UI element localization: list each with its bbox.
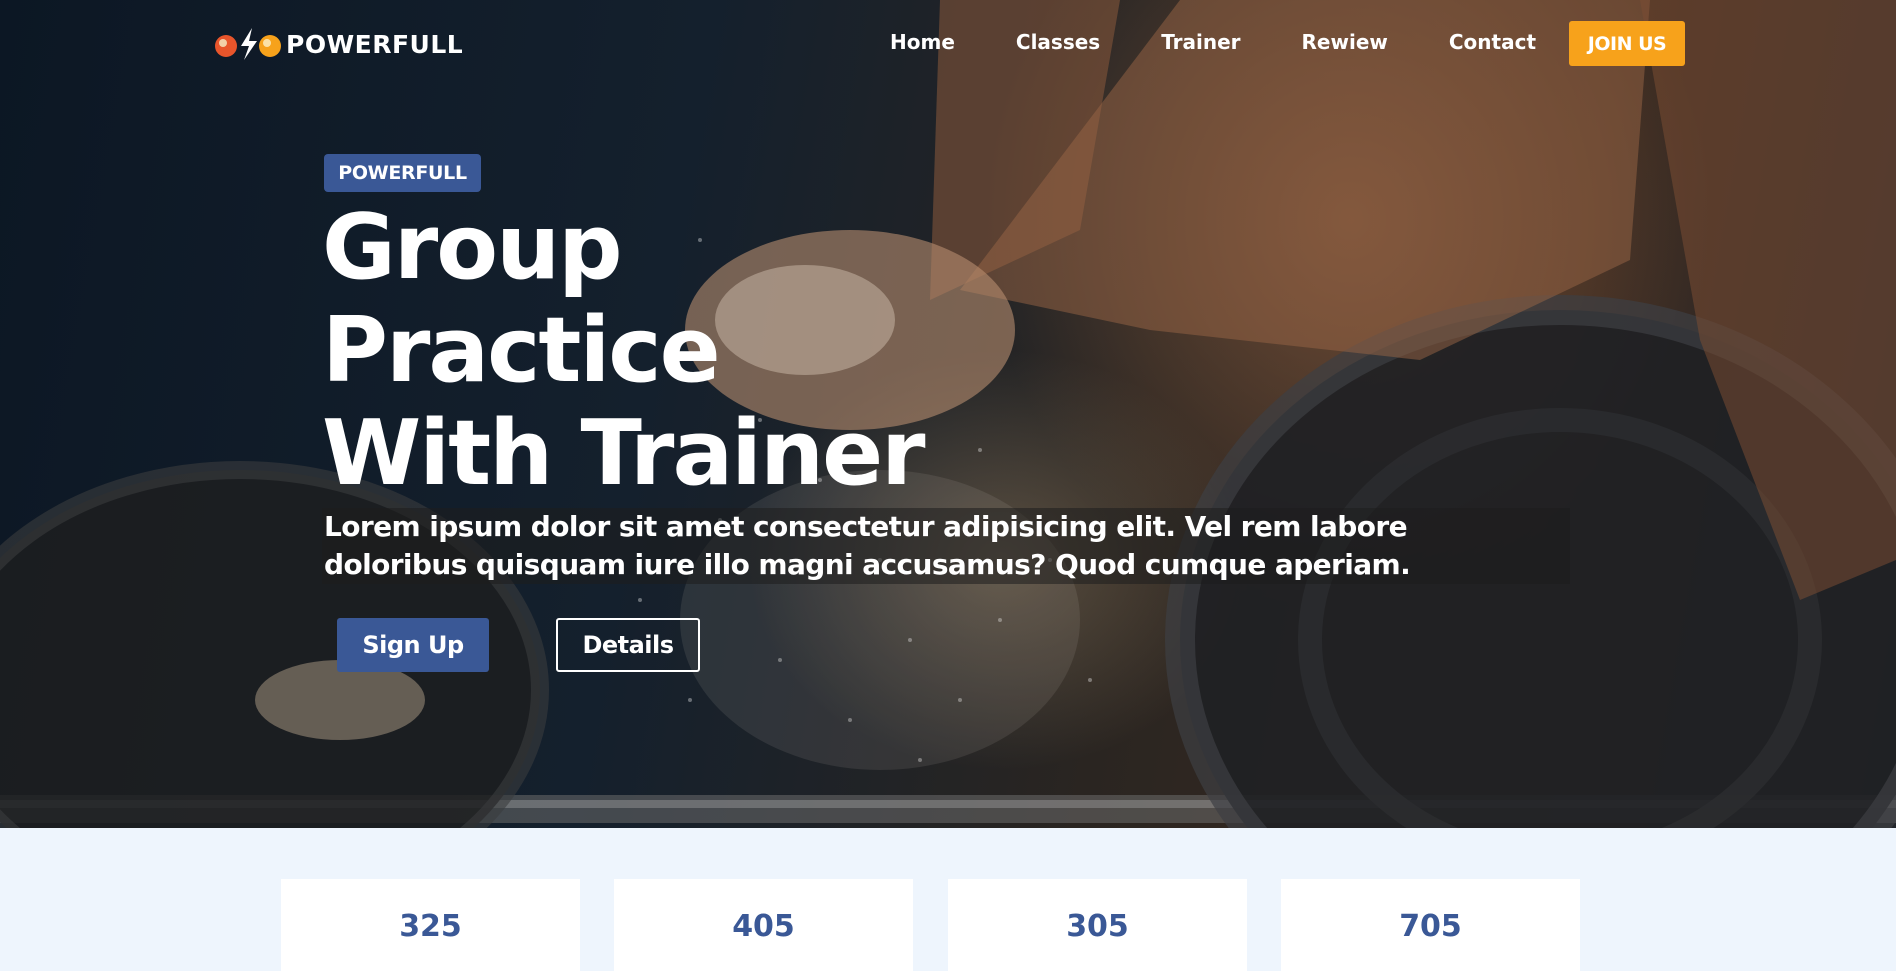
nav-link-classes[interactable]: Classes	[1016, 30, 1100, 54]
stats-section: 325 405 305 705	[0, 828, 1896, 971]
stat-card: 705	[1281, 879, 1580, 971]
hero-title: Group Practice With Trainer	[322, 195, 926, 506]
brand-logo[interactable]: POWERFULL	[212, 24, 463, 64]
hero-badge: POWERFULL	[324, 154, 481, 192]
brand-name: POWERFULL	[286, 29, 464, 59]
stat-card: 325	[281, 879, 580, 971]
top-navigation: POWERFULL Home Classes Trainer Rewiew Co…	[0, 0, 1896, 90]
stat-number: 305	[1066, 909, 1129, 944]
stat-number: 325	[399, 909, 462, 944]
hero-description-line: Lorem ipsum dolor sit amet consectetur a…	[324, 510, 1408, 543]
stat-number: 705	[1399, 909, 1462, 944]
nav-link-review[interactable]: Rewiew	[1302, 30, 1388, 54]
hero-description-line: doloribus quisquam iure illo magni accus…	[324, 548, 1411, 581]
nav-link-contact[interactable]: Contact	[1449, 30, 1536, 54]
stat-card: 305	[948, 879, 1247, 971]
hero-description: Lorem ipsum dolor sit amet consectetur a…	[322, 508, 1570, 584]
stat-card: 405	[614, 879, 913, 971]
hero-title-line: With Trainer	[322, 401, 926, 506]
nav-link-home[interactable]: Home	[890, 30, 955, 54]
nav-link-trainer[interactable]: Trainer	[1161, 30, 1240, 54]
main-menu: Home Classes Trainer Rewiew Contact	[890, 30, 1597, 54]
hero-title-line: Group	[322, 195, 623, 300]
details-button[interactable]: Details	[556, 618, 700, 672]
hero-title-line: Practice	[322, 298, 721, 403]
stat-number: 405	[732, 909, 795, 944]
hero-section: POWERFULL Home Classes Trainer Rewiew Co…	[0, 0, 1896, 828]
hero-background-image	[0, 0, 1896, 828]
sign-up-button[interactable]: Sign Up	[337, 618, 489, 672]
dumbbell-bolt-icon	[212, 24, 286, 64]
join-us-button[interactable]: JOIN US	[1569, 21, 1685, 66]
